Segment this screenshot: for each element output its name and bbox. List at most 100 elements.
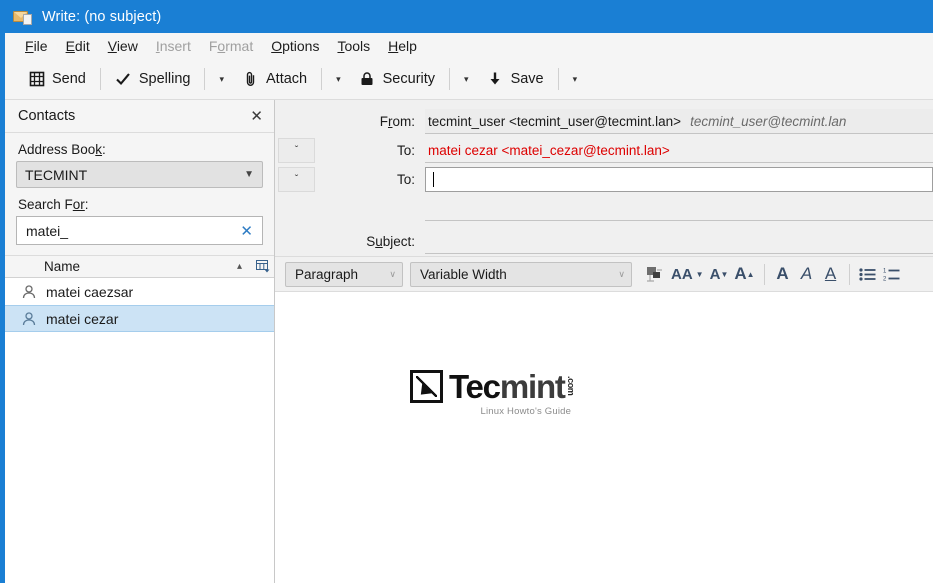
write-message-window: Write: (no subject) File Edit View Inser… [0, 0, 933, 583]
save-button[interactable]: Save [478, 67, 553, 92]
chevron-down-icon: ▼ [696, 270, 704, 279]
from-row: From: tecmint_user <tecmint_user@tecmint… [275, 107, 933, 136]
compose-pane: From: tecmint_user <tecmint_user@tecmint… [275, 100, 933, 583]
send-button[interactable]: Send [19, 67, 95, 92]
increase-font-a-glyph: A [734, 264, 746, 284]
menu-file[interactable]: File [16, 36, 57, 56]
subject-label: Subject: [315, 234, 425, 249]
contacts-sidebar: Contacts ✕ Address Book: TECMINT ▼ Searc… [5, 100, 275, 583]
menu-tools[interactable]: Tools [328, 36, 379, 56]
compose-mail-icon [13, 8, 33, 26]
attach-button[interactable]: Attach [233, 67, 316, 92]
decrease-font-a-glyph: A [710, 266, 721, 283]
person-icon [21, 311, 37, 327]
to-label-2: To: [315, 172, 425, 187]
svg-text:1: 1 [883, 268, 887, 274]
text-caret [433, 172, 434, 187]
title-bar: Write: (no subject) [5, 0, 933, 33]
lock-icon [359, 71, 376, 88]
column-header-name[interactable]: Name [5, 259, 237, 274]
address-book-label: Address Book: [5, 133, 274, 161]
font-color-button[interactable]: AA▼ [668, 261, 707, 287]
download-arrow-icon [487, 71, 504, 88]
subject-row: Subject: [275, 227, 933, 256]
to-row-empty: ˇ To: [275, 165, 933, 194]
from-spacer [278, 109, 315, 134]
menu-options[interactable]: Options [262, 36, 328, 56]
paragraph-style-select[interactable]: Paragraph ∨ [285, 262, 403, 287]
tecmint-logo: Tecmint .com Linux Howto's Guide [410, 370, 575, 417]
attach-label: Attach [266, 71, 307, 87]
save-label: Save [511, 71, 544, 87]
send-icon [28, 71, 45, 88]
logo-main: Tec [449, 368, 500, 405]
message-body-editor[interactable]: Tecmint .com Linux Howto's Guide [275, 292, 933, 583]
clear-search-icon[interactable]: ✕ [237, 222, 256, 240]
divider-line [425, 196, 933, 221]
chevron-down-icon: ∨ [389, 269, 396, 280]
address-book-value: TECMINT [25, 167, 244, 183]
save-dropdown-arrow[interactable]: ▾ [564, 70, 587, 89]
bullet-list-button[interactable] [856, 261, 880, 287]
logo-tagline: Linux Howto's Guide [480, 406, 571, 417]
menu-edit[interactable]: Edit [57, 36, 99, 56]
recipient-type-chevron-2[interactable]: ˇ [278, 167, 315, 192]
close-icon[interactable]: ✕ [248, 107, 265, 125]
message-headers: From: tecmint_user <tecmint_user@tecmint… [275, 100, 933, 256]
contacts-title: Contacts [18, 108, 248, 124]
search-for-label: Search For: [5, 188, 274, 216]
spelling-dropdown-arrow[interactable]: ▾ [210, 70, 233, 89]
list-item[interactable]: matei caezsar [5, 278, 274, 305]
attach-dropdown-arrow[interactable]: ▾ [327, 70, 350, 89]
column-picker-icon[interactable] [252, 260, 274, 273]
spelling-button[interactable]: Spelling [106, 67, 200, 92]
security-button[interactable]: Security [350, 67, 444, 92]
menu-view[interactable]: View [99, 36, 147, 56]
toolbar-separator [449, 68, 450, 90]
subject-spacer [278, 229, 315, 254]
recipient-input-filled[interactable]: matei cezar <matei_cezar@tecmint.lan> [425, 138, 933, 163]
formatbar-separator [764, 264, 765, 285]
chevron-down-icon: ∨ [618, 269, 625, 280]
list-item-label: matei cezar [46, 311, 118, 327]
paperclip-icon [242, 71, 259, 88]
header-divider-row [275, 194, 933, 223]
subject-input[interactable] [425, 229, 933, 254]
menu-format[interactable]: Format [200, 36, 262, 56]
menu-insert[interactable]: Insert [147, 36, 200, 56]
checkmark-icon [115, 71, 132, 88]
font-family-value: Variable Width [420, 267, 608, 282]
font-color-aa-glyph: AA [671, 266, 693, 283]
logo-row: Tecmint .com [410, 370, 575, 403]
address-book-select[interactable]: TECMINT ▼ [16, 161, 263, 188]
person-icon [21, 284, 37, 300]
search-field-wrapper: ✕ [16, 216, 263, 245]
text-color-swatch-icon[interactable] [642, 261, 668, 287]
contacts-list: matei caezsar matei cezar [5, 278, 274, 583]
window-body: Contacts ✕ Address Book: TECMINT ▼ Searc… [5, 100, 933, 583]
recipient-type-chevron-1[interactable]: ˇ [278, 138, 315, 163]
sort-ascending-icon: ▴ [237, 261, 252, 272]
list-item[interactable]: matei cezar [5, 305, 274, 332]
from-identity: tecmint_user@tecmint.lan [690, 114, 846, 129]
toolbar-separator [100, 68, 101, 90]
from-value-field[interactable]: tecmint_user <tecmint_user@tecmint.lan> … [425, 109, 933, 134]
italic-button[interactable]: A [795, 261, 819, 287]
bold-button[interactable]: A [771, 261, 795, 287]
to-row-filled: ˇ To: matei cezar <matei_cezar@tecmint.l… [275, 136, 933, 165]
increase-font-size-button[interactable]: A▲ [731, 261, 757, 287]
list-item-label: matei caezsar [46, 284, 133, 300]
search-input[interactable] [26, 223, 237, 239]
underline-button[interactable]: A [819, 261, 843, 287]
security-dropdown-arrow[interactable]: ▾ [455, 70, 478, 89]
recipient-input-active[interactable] [425, 167, 933, 192]
logo-wordmark: Tecmint [449, 370, 565, 403]
toolbar-separator [321, 68, 322, 90]
menu-help[interactable]: Help [379, 36, 426, 56]
chevron-down-icon: ▼ [244, 169, 254, 180]
chevron-up-icon: ▲ [747, 270, 755, 279]
decrease-font-size-button[interactable]: A▼ [707, 261, 732, 287]
font-family-select[interactable]: Variable Width ∨ [410, 262, 632, 287]
numbered-list-button[interactable]: 1 2 [880, 261, 904, 287]
contacts-list-header: Name ▴ [5, 255, 274, 278]
